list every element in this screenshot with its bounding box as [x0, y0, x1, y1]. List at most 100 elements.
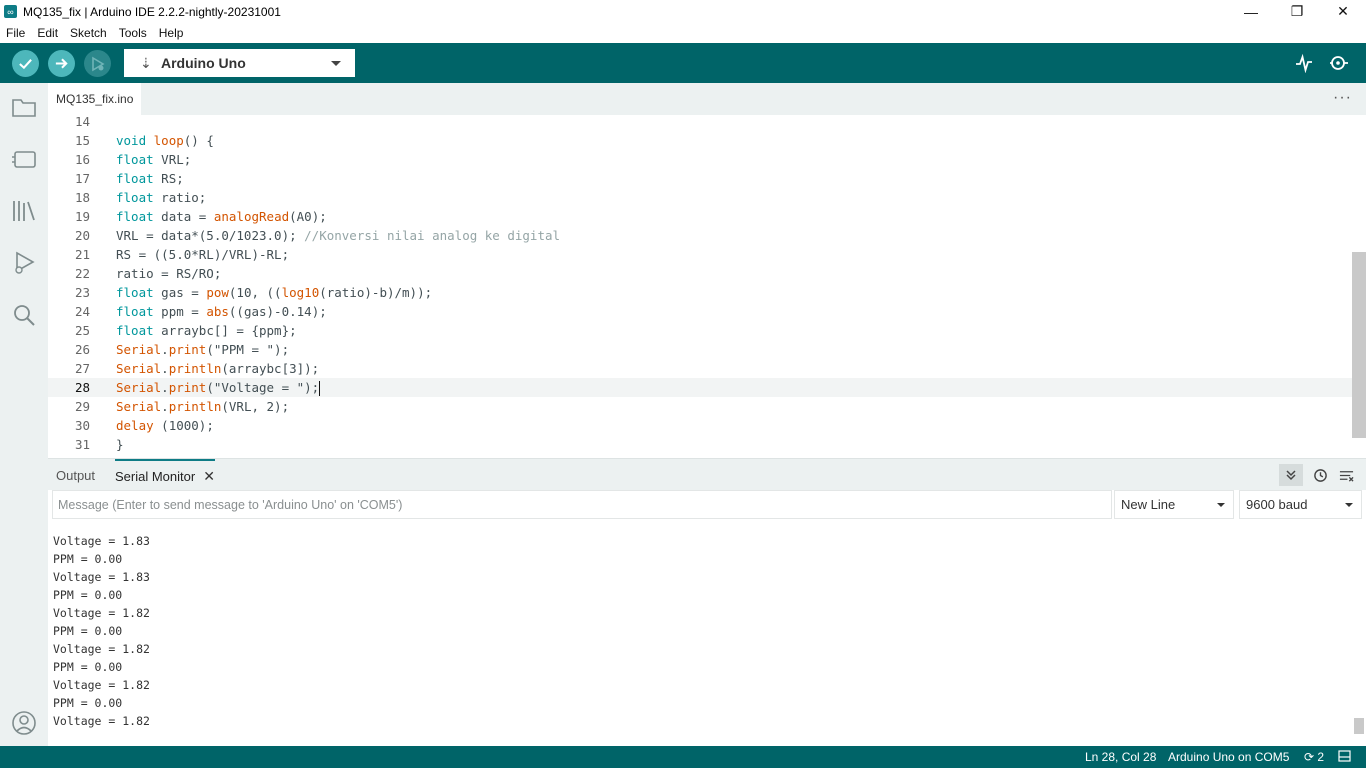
debug-sidebar-icon[interactable]: [9, 248, 39, 278]
line-number: 26: [74, 342, 90, 357]
close-icon[interactable]: ✕: [203, 468, 215, 485]
code-line[interactable]: 24 float ppm = abs((gas)-0.14);: [48, 302, 1352, 321]
code-text[interactable]: RS = ((5.0*RL)/VRL)-RL;: [116, 245, 289, 264]
library-manager-icon[interactable]: [9, 196, 39, 226]
debug-button[interactable]: [84, 50, 111, 77]
code-text[interactable]: float gas = pow(10, ((log10(ratio)-b)/m)…: [116, 283, 432, 302]
serial-output-line: Voltage = 1.82: [53, 606, 150, 620]
code-line[interactable]: 20 VRL = data*(5.0/1023.0); //Konversi ni…: [48, 226, 1352, 245]
code-text[interactable]: float arraybc[] = {ppm};: [116, 321, 297, 340]
code-line[interactable]: 17 float RS;: [48, 169, 1352, 188]
code-line[interactable]: 26 Serial.print("PPM = ");: [48, 340, 1352, 359]
title-bar: ∞ MQ135_fix | Arduino IDE 2.2.2-nightly-…: [0, 0, 1366, 23]
close-button[interactable]: ✕: [1320, 0, 1366, 23]
chevron-down-icon: [331, 61, 341, 66]
chevron-down-icon: [1217, 503, 1225, 507]
clock-icon: [1313, 468, 1327, 482]
code-line[interactable]: 28 Serial.print("Voltage = ");: [48, 378, 1352, 397]
sketchbook-icon[interactable]: [9, 92, 39, 122]
code-text[interactable]: Serial.print("PPM = ");: [116, 340, 289, 359]
code-line[interactable]: 31}: [48, 435, 1352, 454]
line-number: 29: [74, 399, 90, 414]
serial-monitor-button[interactable]: [1327, 51, 1351, 75]
upload-button[interactable]: [48, 50, 75, 77]
code-line[interactable]: 23 float gas = pow(10, ((log10(ratio)-b)/…: [48, 283, 1352, 302]
boards-manager-icon[interactable]: [9, 144, 39, 174]
line-ending-value: New Line: [1121, 497, 1176, 512]
notifications-indicator[interactable]: ⟳ 2: [1304, 750, 1324, 764]
connected-board[interactable]: Arduino Uno on COM5: [1168, 750, 1289, 764]
line-ending-select[interactable]: New Line: [1114, 490, 1234, 519]
serial-output: Voltage = 1.83 PPM = 0.00 Voltage = 1.83 PP…: [48, 522, 1366, 746]
baud-rate-value: 9600 baud: [1246, 497, 1308, 512]
chevron-down-icon: [1345, 503, 1353, 507]
code-line[interactable]: 29 Serial.println(VRL, 2);: [48, 397, 1352, 416]
timestamp-toggle[interactable]: [1308, 464, 1332, 486]
toolbar: ⇣ Arduino Uno: [0, 43, 1366, 83]
line-number: 23: [74, 285, 90, 300]
code-line[interactable]: 18 float ratio;: [48, 188, 1352, 207]
serial-message-input[interactable]: [52, 490, 1112, 519]
board-selector[interactable]: ⇣ Arduino Uno: [124, 49, 355, 77]
more-icon[interactable]: ···: [1333, 89, 1352, 107]
cursor-position[interactable]: Ln 28, Col 28: [1085, 750, 1156, 764]
baud-rate-select[interactable]: 9600 baud: [1239, 490, 1362, 519]
account-icon[interactable]: [9, 708, 39, 738]
serial-output-line: PPM = 0.00: [53, 624, 123, 638]
code-text[interactable]: float ppm = abs((gas)-0.14);: [116, 302, 327, 321]
line-number: 20: [74, 228, 90, 243]
tab-serial-monitor[interactable]: Serial Monitor ✕: [115, 459, 215, 491]
code-line[interactable]: 16 float VRL;: [48, 150, 1352, 169]
code-line[interactable]: 19 float data = analogRead(A0);: [48, 207, 1352, 226]
code-text[interactable]: float VRL;: [116, 150, 191, 169]
serial-monitor-icon: [1330, 56, 1348, 70]
editor-scrollbar-thumb[interactable]: [1352, 252, 1366, 438]
code-line[interactable]: 15 void loop() {: [48, 131, 1352, 150]
code-text[interactable]: Serial.println(arraybc[3]);: [116, 359, 319, 378]
code-line[interactable]: 22 ratio = RS/RO;: [48, 264, 1352, 283]
menu-file[interactable]: File: [0, 26, 31, 40]
serial-plotter-button[interactable]: [1292, 51, 1316, 75]
search-icon[interactable]: [9, 300, 39, 330]
menu-edit[interactable]: Edit: [31, 26, 64, 40]
serial-output-line: PPM = 0.00: [53, 588, 123, 602]
code-text[interactable]: float ratio;: [116, 188, 206, 207]
verify-button[interactable]: [12, 50, 39, 77]
code-text[interactable]: }: [116, 435, 124, 454]
code-line[interactable]: 21 RS = ((5.0*RL)/VRL)-RL;: [48, 245, 1352, 264]
code-text[interactable]: Serial.print("Voltage = ");: [116, 378, 321, 397]
arduino-logo-icon: ∞: [4, 5, 17, 18]
code-editor[interactable]: 14 15 void loop() {16 float VRL; 17 float RS;…: [48, 115, 1366, 458]
autoscroll-toggle[interactable]: [1279, 464, 1303, 486]
code-line[interactable]: 30 delay (1000);: [48, 416, 1352, 435]
code-text[interactable]: Serial.println(VRL, 2);: [116, 397, 289, 416]
tab-output[interactable]: Output: [56, 459, 95, 491]
line-number: 24: [74, 304, 90, 319]
code-line[interactable]: 14: [48, 115, 1352, 131]
arrow-right-icon: [55, 58, 68, 69]
toggle-panel-icon[interactable]: [1338, 750, 1351, 765]
code-text[interactable]: VRL = data*(5.0/1023.0); //Konversi nila…: [116, 226, 560, 245]
line-number: 31: [74, 437, 90, 452]
menu-tools[interactable]: Tools: [113, 26, 153, 40]
line-number: 21: [74, 247, 90, 262]
clear-output-button[interactable]: [1334, 464, 1358, 486]
menu-help[interactable]: Help: [153, 26, 190, 40]
output-scrollbar-thumb[interactable]: [1354, 718, 1364, 734]
code-text[interactable]: float RS;: [116, 169, 184, 188]
code-text[interactable]: void loop() {: [116, 131, 214, 150]
code-line[interactable]: 27 Serial.println(arraybc[3]);: [48, 359, 1352, 378]
code-line[interactable]: 25 float arraybc[] = {ppm};: [48, 321, 1352, 340]
code-text[interactable]: ratio = RS/RO;: [116, 264, 221, 283]
editor-tab-bar: MQ135_fix.ino ···: [48, 83, 1366, 115]
restore-button[interactable]: ❐: [1274, 0, 1320, 23]
line-number: 27: [74, 361, 90, 376]
code-text[interactable]: delay (1000);: [116, 416, 214, 435]
editor-scrollbar[interactable]: [1352, 115, 1366, 458]
line-number: 25: [74, 323, 90, 338]
minimize-button[interactable]: —: [1228, 0, 1274, 23]
code-text[interactable]: float data = analogRead(A0);: [116, 207, 327, 226]
notification-count: 2: [1317, 750, 1325, 764]
menu-sketch[interactable]: Sketch: [64, 26, 113, 40]
tab-sketch-file[interactable]: MQ135_fix.ino: [48, 83, 142, 115]
